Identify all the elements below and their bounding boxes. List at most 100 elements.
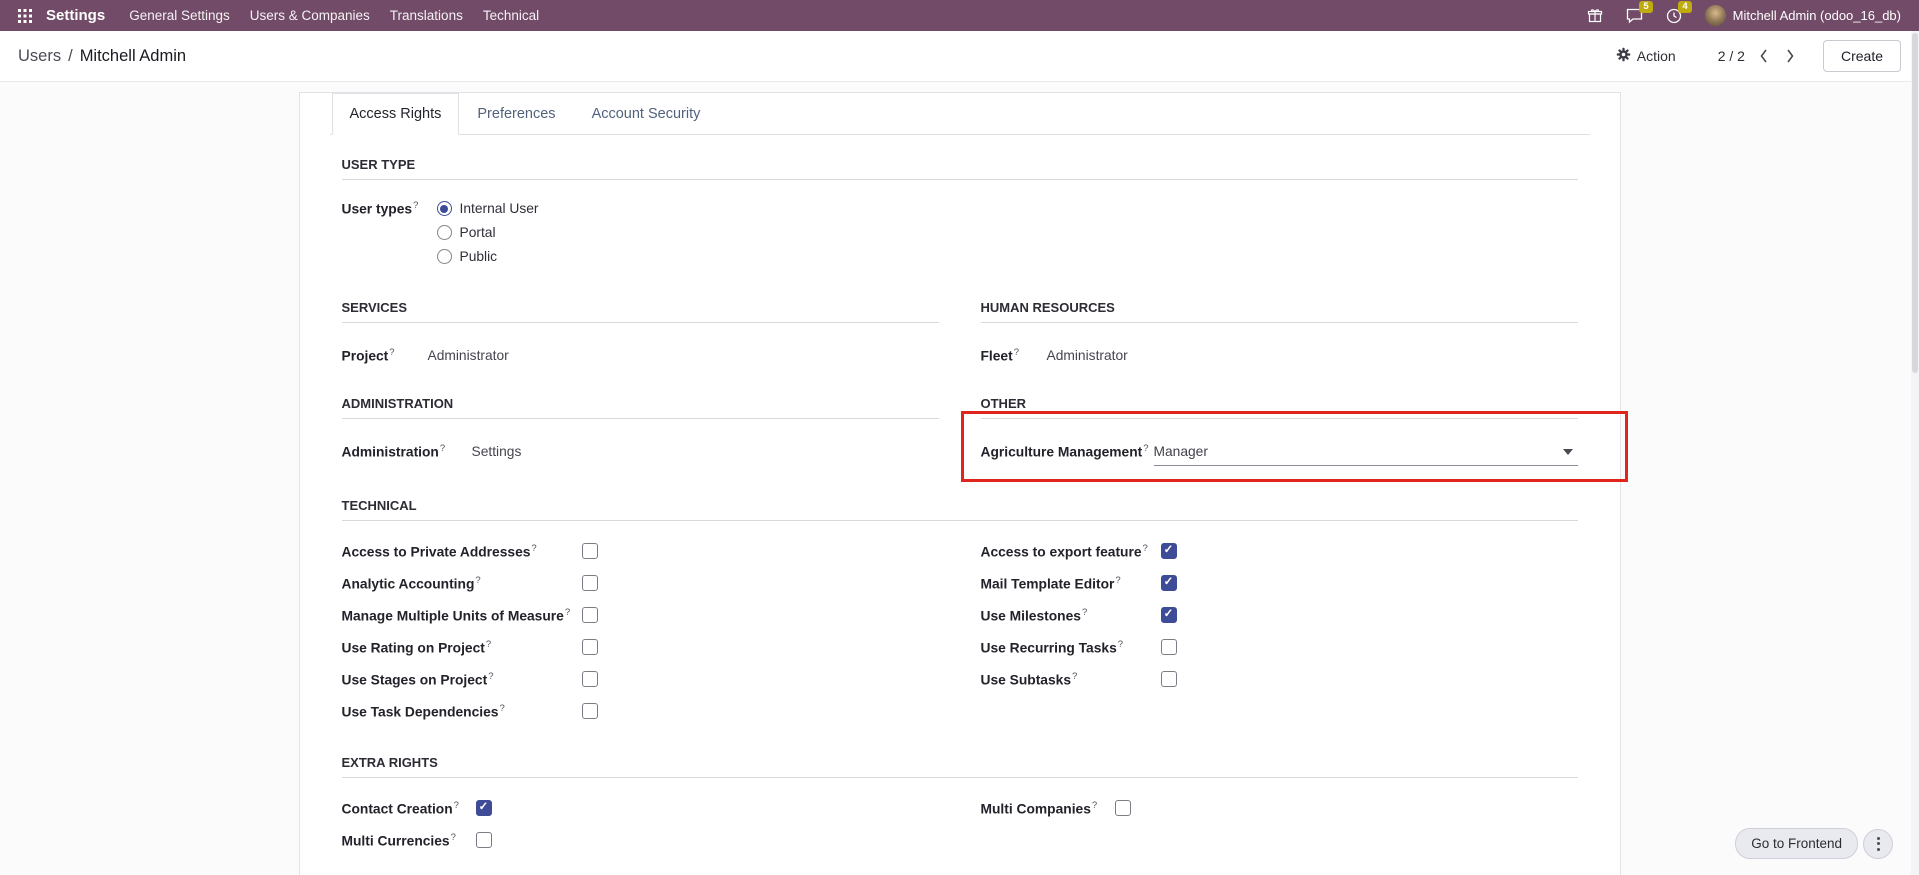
help-icon: ? [564,606,571,618]
menu-translations[interactable]: Translations [380,8,473,23]
checkbox[interactable] [1160,543,1177,560]
field-label: Access to export feature? [980,542,1148,560]
bool-field-row: Analytic Accounting? [342,567,939,599]
checkbox[interactable] [581,671,598,688]
tab-account-security[interactable]: Account Security [574,93,719,135]
field-label: Mail Template Editor? [980,574,1121,592]
radio-portal[interactable]: Portal [436,225,539,240]
form-sheet: Access Rights Preferences Account Securi… [298,92,1628,875]
bool-field-row: Use Recurring Tasks? [981,631,1578,663]
checkbox[interactable] [1160,639,1177,656]
kebab-menu-icon[interactable] [1863,828,1893,859]
project-field: Project? Administrator [342,347,939,366]
activities-icon[interactable]: 4 [1666,0,1692,24]
help-icon: ? [1142,542,1148,554]
help-icon: ? [531,542,537,554]
pager-next-icon[interactable] [1783,46,1797,66]
section-header-extra-rights: EXTRA RIGHTS [341,755,1578,779]
field-label: Contact Creation? [341,799,459,817]
pager: 2 / 2 [1718,46,1797,66]
project-value[interactable]: Administrator [428,347,509,363]
section-header-other: OTHER [980,396,1578,420]
go-to-frontend-button[interactable]: Go to Frontend [1735,828,1858,859]
user-types-radio-group: Internal User Portal Public [436,200,539,264]
help-icon: ? [453,799,459,811]
menu-general-settings[interactable]: General Settings [119,8,240,23]
bool-field-row: Use Task Dependencies? [342,695,939,727]
messages-badge: 5 [1639,0,1653,13]
checkbox[interactable] [1160,671,1177,688]
administration-field: Administration? Settings [342,443,939,462]
agriculture-management-label: Agriculture Management? [980,443,1149,460]
action-menu-button[interactable]: Action [1616,47,1676,65]
checkbox[interactable] [581,543,598,560]
agriculture-management-field: Agriculture Management? Manager [980,443,1578,467]
services-group: SERVICES Project? Administrator [341,300,939,366]
pager-previous-icon[interactable] [1757,46,1771,66]
menu-users-companies[interactable]: Users & Companies [240,8,380,23]
tab-access-rights[interactable]: Access Rights [331,93,460,135]
fleet-label: Fleet? [980,347,1020,364]
agriculture-management-select[interactable]: Manager [1153,443,1578,467]
extra-rights-left-column: Contact Creation? Multi Currencies? [342,792,939,856]
help-icon: ? [439,443,446,455]
radio-label: Internal User [459,201,539,216]
messages-icon[interactable]: 5 [1626,0,1653,24]
radio-label: Portal [459,225,496,240]
help-icon: ? [1081,606,1088,618]
administration-group: ADMINISTRATION Administration? Settings [341,396,939,466]
radio-public[interactable]: Public [436,249,539,264]
administration-value[interactable]: Settings [472,443,522,459]
pager-value[interactable]: 2 / 2 [1718,48,1745,64]
tab-preferences[interactable]: Preferences [459,93,573,135]
gift-icon[interactable] [1587,8,1603,24]
chevron-down-icon [1562,448,1573,455]
breadcrumb-users-link[interactable]: Users [18,47,61,66]
bool-field-row: Use Milestones? [981,599,1578,631]
create-button[interactable]: Create [1822,40,1901,72]
radio-circle [436,225,452,240]
field-label: Use Task Dependencies? [341,702,505,720]
checkbox[interactable] [475,832,492,849]
fleet-value[interactable]: Administrator [1047,347,1128,363]
bool-field-row: Mail Template Editor? [981,567,1578,599]
section-header-user-type: USER TYPE [341,157,1578,180]
app-name[interactable]: Settings [46,7,105,24]
checkbox[interactable] [1160,607,1177,624]
fleet-field: Fleet? Administrator [981,347,1578,366]
radio-internal-user[interactable]: Internal User [436,201,539,216]
field-label: Use Milestones? [980,606,1088,624]
user-menu[interactable]: Mitchell Admin (odoo_16_db) [1704,5,1901,26]
checkbox[interactable] [1160,575,1177,592]
checkbox[interactable] [1114,800,1131,817]
section-header-administration: ADMINISTRATION [341,396,939,420]
checkbox[interactable] [581,607,598,624]
section-header-services: SERVICES [341,300,939,323]
control-panel-right: Action 2 / 2 Create [1616,40,1901,72]
field-label: Multi Currencies? [341,831,456,849]
bool-field-row: Use Rating on Project? [342,631,939,663]
breadcrumb: Users / Mitchell Admin [18,47,186,66]
administration-label: Administration? [341,443,446,460]
menu-technical[interactable]: Technical [473,8,549,23]
technical-right-column: Access to export feature? Mail Template … [981,535,1578,727]
apps-menu-icon[interactable] [10,5,40,27]
scrollbar[interactable] [1911,31,1919,875]
help-icon: ? [485,638,492,650]
field-label: Use Subtasks? [980,670,1078,688]
field-label: Use Recurring Tasks? [980,638,1124,656]
bool-field-row: Manage Multiple Units of Measure? [342,599,939,631]
avatar [1704,5,1726,26]
user-types-field: User types? Internal User Portal Public [342,200,1578,264]
bool-field-row: Access to Private Addresses? [342,535,939,567]
checkbox[interactable] [581,575,598,592]
gear-icon [1616,47,1631,65]
field-label: Use Stages on Project? [341,670,494,688]
checkbox[interactable] [475,800,492,817]
control-panel: Users / Mitchell Admin Action 2 / 2 Crea… [0,31,1919,82]
checkbox[interactable] [581,703,598,720]
project-label: Project? [341,347,395,364]
scrollbar-thumb[interactable] [1912,33,1918,373]
field-label: Analytic Accounting? [341,574,481,592]
checkbox[interactable] [581,639,598,656]
